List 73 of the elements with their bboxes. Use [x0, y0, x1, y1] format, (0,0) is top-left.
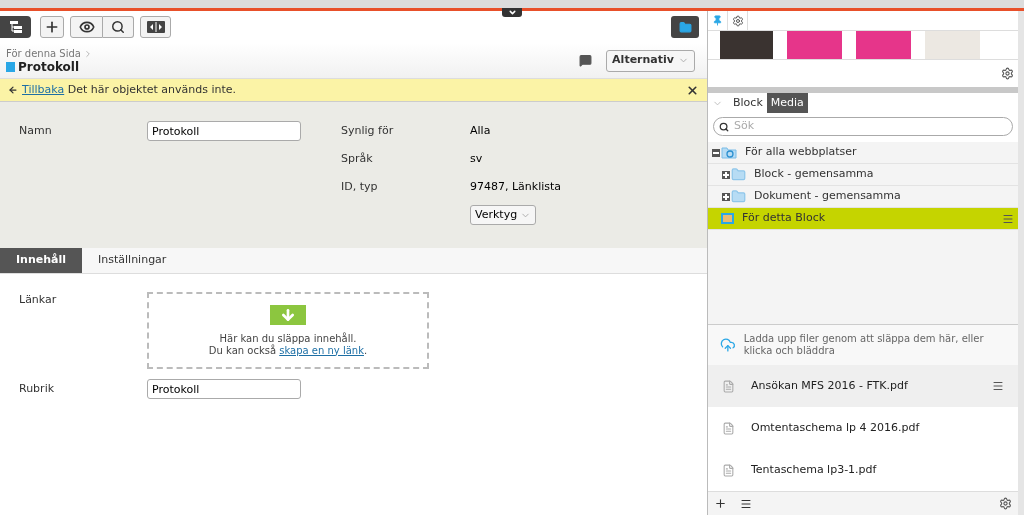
thumbnail-placeholder	[787, 31, 842, 59]
tools-button[interactable]: Verktyg	[470, 205, 536, 225]
comment-icon[interactable]	[579, 54, 593, 67]
menu-icon[interactable]	[992, 380, 1004, 392]
field-label: Länkar	[18, 292, 58, 308]
property-label: Synlig för	[341, 123, 395, 139]
page-title: Protokoll	[18, 59, 80, 74]
upload-area[interactable]: Ladda upp filer genom att släppa dem här, eller klicka och bläddra	[708, 325, 1018, 365]
file-icon	[722, 379, 735, 393]
pin-icon[interactable]	[712, 15, 723, 26]
caret-icon[interactable]	[502, 8, 522, 17]
file-icon	[722, 421, 735, 435]
add-button[interactable]	[40, 16, 64, 38]
expand-icon[interactable]	[722, 170, 730, 179]
add-icon[interactable]	[713, 497, 727, 510]
name-field[interactable]: Protokoll	[147, 121, 301, 141]
collapse-icon[interactable]	[712, 148, 720, 157]
file-item[interactable]: Ansökan MFS 2016 - FTK.pdf	[708, 365, 1018, 407]
page-icon	[6, 61, 15, 72]
plus-icon	[44, 19, 60, 35]
thumbnail-placeholder	[925, 31, 980, 59]
shared-folder-icon	[721, 146, 737, 159]
tab[interactable]: Inställningar	[82, 248, 183, 273]
property-value: Alla	[470, 123, 491, 139]
upload-text: Ladda upp filer genom att släppa dem här, eller klicka och bläddra	[743, 333, 985, 357]
close-icon[interactable]	[686, 83, 699, 97]
preview-button[interactable]	[103, 16, 134, 38]
drop-zone[interactable]: Här kan du släppa innehåll. Du kan också skapa en ny länk.	[147, 292, 429, 369]
property-value: sv	[470, 151, 483, 167]
tree-item[interactable]: För detta Block	[708, 208, 1018, 230]
breadcrumb-link[interactable]: För denna Sida	[6, 47, 81, 60]
options-button[interactable]: Alternativ	[606, 49, 695, 72]
compare-button[interactable]	[140, 16, 171, 38]
settings-icon[interactable]	[1001, 67, 1014, 80]
search-icon	[719, 121, 729, 132]
notice-text: Tillbaka Det här objektet används inte.	[22, 81, 237, 98]
search-placeholder: Sök	[734, 118, 755, 135]
preview-icon	[111, 20, 125, 34]
folder-icon	[721, 213, 734, 224]
folder-icon	[731, 189, 746, 204]
tab[interactable]: Innehåll	[0, 248, 82, 273]
field-label: Rubrik	[18, 380, 56, 397]
photo-placeholder	[720, 31, 773, 59]
settings-icon[interactable]	[999, 497, 1012, 510]
heading-field[interactable]: Protokoll	[147, 379, 301, 399]
drop-icon	[270, 304, 306, 325]
file-item[interactable]: Omtentaschema lp 4 2016.pdf	[708, 407, 1018, 449]
settings-icon[interactable]	[731, 14, 744, 27]
folder-icon	[678, 20, 692, 34]
tab[interactable]: Media	[766, 93, 808, 113]
file-icon	[722, 463, 735, 477]
back-icon	[8, 85, 18, 95]
folder-icon	[731, 167, 746, 182]
tab[interactable]: Block	[729, 93, 767, 113]
drop-text: Här kan du släppa innehåll.	[219, 332, 357, 344]
menu-icon[interactable]	[740, 497, 752, 510]
file-item[interactable]: Tentaschema lp3-1.pdf	[708, 449, 1018, 491]
drop-hint: Du kan också skapa en ny länk.	[208, 344, 368, 357]
field-label: Namn	[18, 123, 53, 139]
back-link[interactable]: Tillbaka	[22, 82, 65, 96]
property-label: Språk	[341, 151, 374, 167]
eye-icon	[78, 19, 95, 35]
tree-icon	[8, 20, 23, 34]
expand-icon[interactable]	[722, 192, 730, 201]
folder-toggle-button[interactable]	[671, 16, 699, 38]
property-value: 97487, Länklista	[470, 179, 562, 195]
create-link[interactable]: skapa en ny länk	[279, 344, 364, 356]
thumbnail-placeholder	[856, 31, 911, 59]
view-button[interactable]	[70, 16, 103, 38]
arrows-icon	[146, 21, 165, 33]
scrollbar[interactable]	[1018, 11, 1024, 515]
tree-button[interactable]	[0, 16, 31, 38]
property-label: ID, typ	[341, 179, 379, 195]
